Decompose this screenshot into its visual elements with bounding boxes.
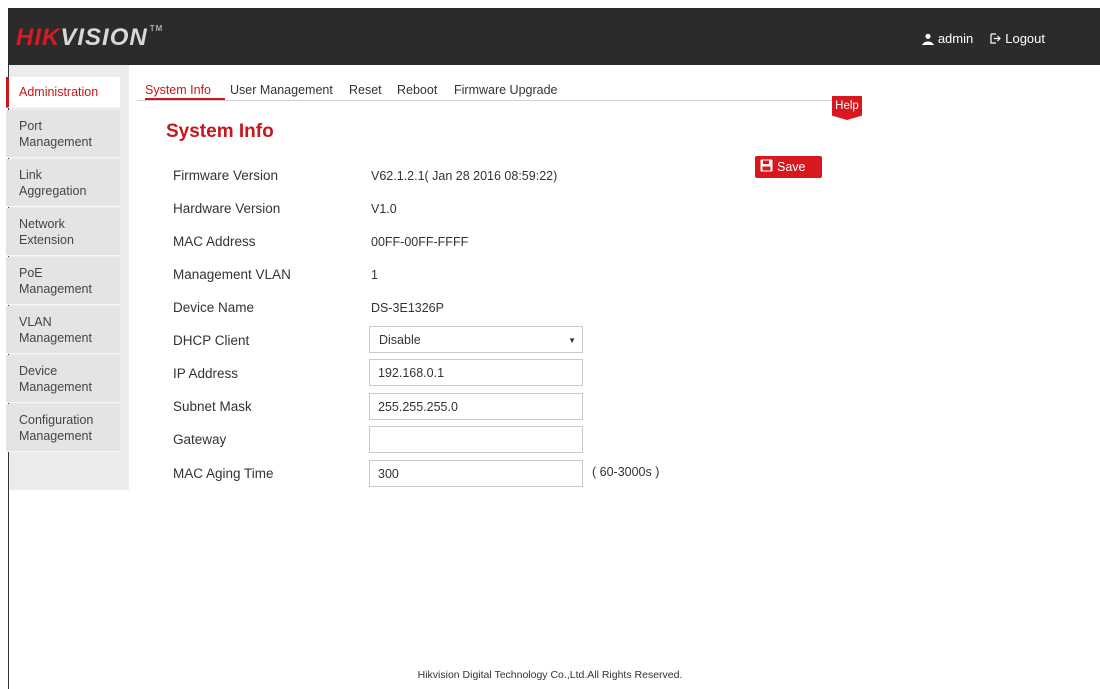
sidebar-item-label: Device (19, 364, 58, 378)
top-bar: HIKVISION TM admin Logout (8, 8, 1100, 65)
hardware-version-value: V1.0 (371, 202, 397, 216)
sidebar-item-configuration-management[interactable]: Configuration Management (6, 404, 120, 452)
sidebar-item-port-management[interactable]: Port Management (6, 110, 120, 158)
user-box: admin Logout (921, 31, 1045, 46)
save-label: Save (777, 160, 806, 174)
ip-address-label: IP Address (173, 366, 239, 381)
dhcp-client-select[interactable]: Disable ▼ (369, 326, 583, 353)
mac-aging-time-input[interactable] (369, 460, 583, 487)
tab-system-info[interactable]: System Info (145, 83, 211, 97)
page-title: System Info (166, 121, 274, 142)
sidebar-item-label: Management (19, 282, 92, 296)
mac-aging-time-label: MAC Aging Time (173, 466, 274, 481)
firmware-version-label: Firmware Version (173, 168, 279, 183)
sidebar-item-label: Management (19, 135, 92, 149)
mac-address-value: 00FF-00FF-FFFF (371, 235, 469, 249)
dhcp-client-label: DHCP Client (173, 333, 250, 348)
tab-bar: System Info User Management Reset Reboot… (137, 80, 860, 101)
sidebar-item-label: Management (19, 380, 92, 394)
sidebar-item-link-aggregation[interactable]: Link Aggregation (6, 159, 120, 207)
sidebar-item-vlan-management[interactable]: VLAN Management (6, 306, 120, 354)
sidebar-item-label: Network (19, 217, 65, 231)
logout-link[interactable]: Logout (990, 31, 1045, 46)
sidebar-item-label: Port (19, 119, 42, 133)
help-button[interactable]: Help (832, 96, 862, 120)
device-name-label: Device Name (173, 300, 255, 315)
sidebar-item-label: Link (19, 168, 42, 182)
mac-address-label: MAC Address (173, 234, 256, 249)
management-vlan-value: 1 (371, 268, 378, 282)
sidebar-item-label: Administration (19, 85, 99, 99)
management-vlan-label: Management VLAN (173, 267, 291, 282)
mac-aging-range-hint: ( 60-3000s ) (592, 465, 660, 479)
gateway-input[interactable] (369, 426, 583, 453)
sidebar-item-label: Management (19, 429, 92, 443)
tab-firmware-upgrade[interactable]: Firmware Upgrade (454, 83, 558, 97)
active-tab-indicator (145, 98, 225, 100)
sidebar-item-network-extension[interactable]: Network Extension (6, 208, 120, 256)
ip-address-input[interactable] (369, 359, 583, 386)
subnet-mask-label: Subnet Mask (173, 399, 252, 414)
sidebar-item-label: VLAN (19, 315, 52, 329)
logout-icon (990, 33, 1002, 44)
device-name-value: DS-3E1326P (371, 301, 444, 315)
firmware-version-value: V62.1.2.1( Jan 28 2016 08:59:22) (371, 169, 558, 183)
logout-label: Logout (1005, 31, 1045, 46)
tab-user-management[interactable]: User Management (230, 83, 333, 97)
hardware-version-label: Hardware Version (173, 201, 281, 216)
tab-reboot[interactable]: Reboot (397, 83, 437, 97)
sidebar-item-label: Management (19, 331, 92, 345)
sidebar-item-label: PoE (19, 266, 43, 280)
sidebar-item-device-management[interactable]: Device Management (6, 355, 120, 403)
footer-copyright: Hikvision Digital Technology Co.,Ltd.All… (417, 669, 683, 681)
tab-reset[interactable]: Reset (349, 83, 382, 97)
dhcp-client-value: Disable (379, 333, 421, 347)
hikvision-logo: HIKVISION TM (16, 24, 164, 51)
sidebar-item-label: Configuration (19, 413, 94, 427)
caret-down-icon: ▼ (568, 336, 576, 345)
subnet-mask-input[interactable] (369, 393, 583, 420)
user-menu[interactable]: admin (921, 31, 974, 46)
sidebar-item-poe-management[interactable]: PoE Management (6, 257, 120, 305)
user-icon (921, 33, 934, 45)
sidebar-item-label: Aggregation (19, 184, 87, 198)
gateway-label: Gateway (173, 432, 227, 447)
sidebar-item-administration[interactable]: Administration (6, 77, 120, 108)
sidebar-item-label: Extension (19, 233, 74, 247)
floppy-disk-icon (760, 159, 773, 175)
save-button[interactable]: Save (755, 156, 822, 178)
username-label: admin (937, 31, 974, 46)
